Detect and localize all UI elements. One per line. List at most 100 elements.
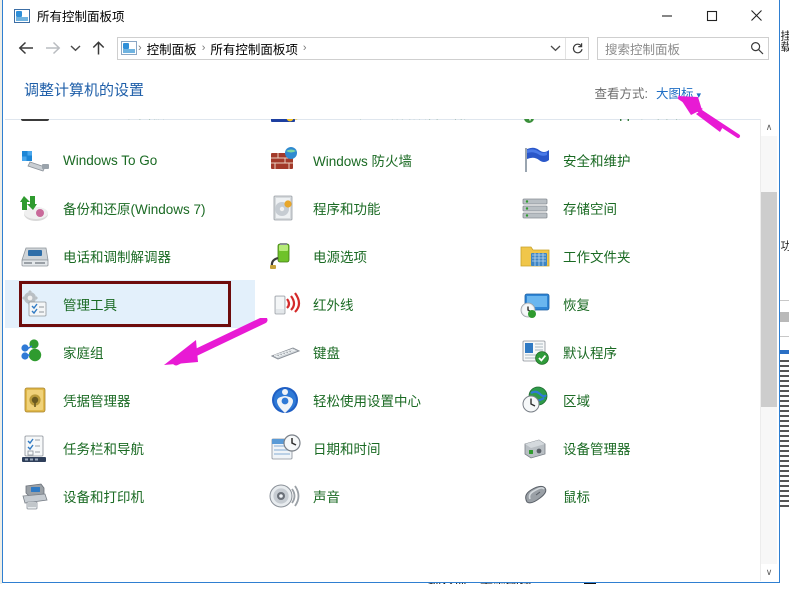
ease-of-access-icon [269, 384, 301, 416]
back-button[interactable] [13, 35, 39, 61]
scrollbar-thumb[interactable] [761, 192, 777, 407]
breadcrumb-separator: › [302, 42, 307, 54]
address-bar[interactable]: › 控制面板 › 所有控制面板项 › [117, 36, 589, 60]
control-panel-item[interactable]: 家庭组 [5, 328, 255, 376]
realtek-audio-icon [269, 119, 301, 128]
control-panel-item-label: 家庭组 [63, 346, 104, 361]
control-panel-item-label: 鼠标 [563, 490, 590, 505]
control-panel-item[interactable]: Windows 防火墙 [255, 136, 505, 184]
up-arrow-icon [92, 40, 104, 54]
breadcrumb-icon [121, 41, 137, 55]
control-panel-item-label: 管理工具 [63, 298, 117, 313]
control-panel-item-label: 工作文件夹 [563, 250, 631, 265]
control-panel-item-label: 备份和还原(Windows 7) [63, 202, 206, 217]
device-manager-icon [524, 439, 546, 459]
sound-icon [269, 484, 300, 508]
control-panel-item[interactable]: 日期和时间 [255, 424, 505, 472]
date-time-icon [271, 434, 301, 460]
control-panel-item[interactable]: 安全和维护 [505, 136, 755, 184]
remoteapp-icon [519, 119, 551, 128]
control-panel-item-label: 电源选项 [313, 250, 367, 265]
control-panel-items-grid: NVIDIA 控制面板 Realtek高清晰音频管理器 RemoteApp 和桌面连… [5, 119, 755, 520]
items-grid-container: NVIDIA 控制面板 Realtek高清晰音频管理器 RemoteApp 和桌面连… [5, 119, 777, 581]
programs-features-icon [273, 195, 293, 221]
control-panel-item[interactable]: RemoteApp 和桌面连接 [505, 119, 755, 136]
keyboard-icon [270, 347, 301, 360]
minimize-button[interactable] [644, 0, 689, 31]
maximize-button[interactable] [689, 0, 734, 31]
control-panel-window: 所有控制面板项 › 控制面板 › 所有控制面板项 › 搜索控制面板 调整计算机的… [2, 0, 780, 583]
close-button[interactable] [734, 0, 779, 31]
scroll-down-icon[interactable]: ∨ [761, 564, 777, 581]
vertical-scrollbar[interactable]: ∧ ∨ [760, 119, 777, 581]
control-panel-item[interactable]: 备份和还原(Windows 7) [5, 184, 255, 232]
address-dropdown-button[interactable] [545, 38, 565, 59]
back-arrow-icon [18, 41, 33, 55]
realtek-audio-icon [271, 119, 298, 122]
up-button[interactable] [85, 35, 111, 61]
credential-manager-icon [19, 384, 51, 416]
control-panel-item[interactable]: 默认程序 [505, 328, 755, 376]
control-panel-item-label: 红外线 [313, 298, 354, 313]
control-panel-item[interactable]: 电话和调制解调器 [5, 232, 255, 280]
control-panel-item[interactable]: Windows To Go [5, 136, 255, 184]
navigation-bar: › 控制面板 › 所有控制面板项 › 搜索控制面板 [3, 31, 779, 65]
backup-restore-icon [20, 196, 48, 221]
forward-arrow-icon [45, 41, 60, 55]
default-programs-icon [519, 336, 551, 368]
control-panel-item[interactable]: 设备管理器 [505, 424, 755, 472]
control-panel-item-label: 键盘 [313, 346, 340, 361]
control-panel-item-label: 轻松使用设置中心 [313, 394, 421, 409]
control-panel-item-label: RemoteApp 和桌面连接 [563, 119, 706, 122]
control-panel-item[interactable]: 存储空间 [505, 184, 755, 232]
region-icon [519, 384, 551, 416]
control-panel-item-label: 安全和维护 [563, 154, 631, 169]
control-panel-item[interactable]: 轻松使用设置中心 [255, 376, 505, 424]
control-panel-item[interactable]: 红外线 [255, 280, 505, 328]
window-controls [644, 0, 779, 31]
control-panel-item[interactable]: 任务栏和导航 [5, 424, 255, 472]
control-panel-item[interactable]: 键盘 [255, 328, 505, 376]
scroll-up-icon[interactable]: ∧ [761, 119, 777, 136]
search-input[interactable]: 搜索控制面板 [597, 36, 769, 60]
work-folders-icon [519, 240, 551, 272]
breadcrumb-control-panel[interactable]: 控制面板 [143, 39, 201, 58]
security-flag-icon [525, 147, 549, 172]
breadcrumb-all-items[interactable]: 所有控制面板项 [206, 39, 302, 58]
homegroup-icon [21, 339, 42, 362]
control-panel-item-label: 声音 [313, 490, 340, 505]
chevron-down-icon [70, 45, 80, 52]
recovery-icon [519, 288, 551, 320]
control-panel-item[interactable]: 管理工具 [5, 280, 255, 328]
forward-button[interactable] [39, 35, 65, 61]
refresh-button[interactable] [565, 37, 588, 59]
administrative-tools-icon [19, 288, 51, 320]
control-panel-item[interactable]: 设备和打印机 [5, 472, 255, 520]
taskbar-navigation-icon [22, 435, 46, 462]
view-by-dropdown[interactable]: 大图标 ▾ [656, 83, 701, 103]
control-panel-item[interactable]: 恢复 [505, 280, 755, 328]
control-panel-item[interactable]: 工作文件夹 [505, 232, 755, 280]
control-panel-item[interactable]: 鼠标 [505, 472, 755, 520]
recovery-icon [520, 293, 550, 318]
recent-locations-button[interactable] [65, 35, 85, 61]
scrollbar-track[interactable] [761, 136, 777, 564]
control-panel-item[interactable]: 声音 [255, 472, 505, 520]
storage-spaces-icon [522, 198, 548, 219]
power-options-icon [270, 243, 290, 269]
search-placeholder: 搜索控制面板 [605, 42, 681, 57]
control-panel-item[interactable]: 区域 [505, 376, 755, 424]
control-panel-item[interactable]: Realtek高清晰音频管理器 [255, 119, 505, 136]
control-panel-item-label: 区域 [563, 394, 590, 409]
control-panel-item[interactable]: 凭据管理器 [5, 376, 255, 424]
control-panel-item-label: Realtek高清晰音频管理器 [313, 119, 467, 122]
search-icon[interactable] [750, 41, 764, 55]
mouse-icon [525, 485, 547, 504]
control-panel-item-label: 设备管理器 [563, 442, 631, 457]
control-panel-item[interactable]: 程序和功能 [255, 184, 505, 232]
refresh-icon [572, 42, 583, 53]
title-bar-left: 所有控制面板项 [3, 6, 125, 25]
control-panel-item[interactable]: 电源选项 [255, 232, 505, 280]
control-panel-item[interactable]: NVIDIA 控制面板 [5, 119, 255, 136]
control-panel-item-label: 恢复 [563, 298, 590, 313]
